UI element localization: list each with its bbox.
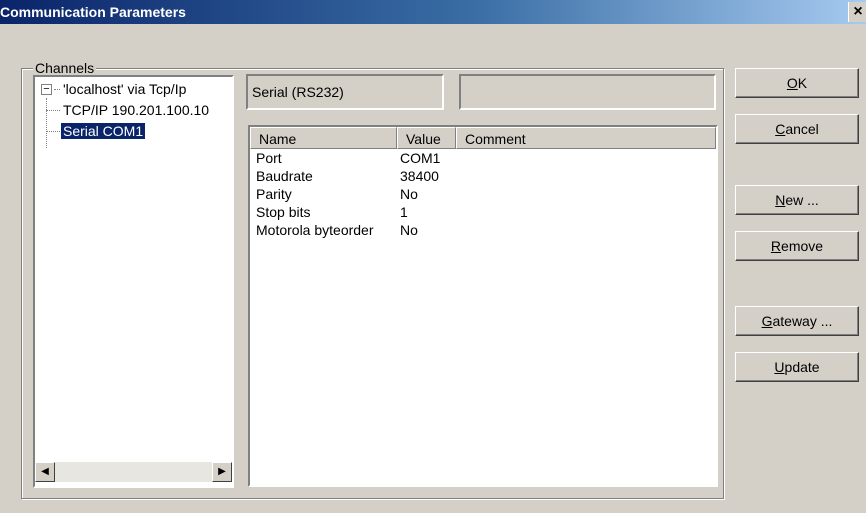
column-header-name[interactable]: Name: [250, 127, 397, 149]
gateway-label-rest: ateway ...: [772, 313, 833, 329]
scroll-left-icon[interactable]: ◀: [35, 462, 55, 482]
tree-connector: [46, 98, 47, 148]
tree-horizontal-scrollbar[interactable]: ◀ ▶: [35, 462, 232, 482]
update-button[interactable]: Update: [735, 352, 859, 382]
channel-name-value: Serial (RS232): [252, 84, 344, 100]
gateway-mnemonic: G: [761, 313, 773, 329]
channels-tree[interactable]: − 'localhost' via Tcp/Ip TCP/IP 190.201.…: [33, 75, 234, 488]
param-value[interactable]: No: [400, 221, 418, 239]
param-name[interactable]: Stop bits: [256, 203, 310, 221]
cancel-mnemonic: C: [775, 121, 786, 137]
tree-connector: [46, 131, 60, 132]
new-label-rest: ew ...: [785, 192, 819, 208]
tree-item-label: 'localhost' via Tcp/Ip: [63, 81, 187, 97]
tree-item-tcpip[interactable]: TCP/IP 190.201.100.10: [63, 100, 209, 120]
update-mnemonic: U: [774, 359, 785, 375]
param-name[interactable]: Parity: [256, 185, 292, 203]
param-value[interactable]: No: [400, 185, 418, 203]
tree-item-label: Serial COM1: [61, 123, 146, 139]
remove-mnemonic: R: [770, 238, 782, 254]
column-header-value[interactable]: Value: [397, 127, 456, 149]
gateway-button[interactable]: Gateway ...: [735, 306, 859, 336]
tree-connector: [46, 110, 60, 111]
remove-label-rest: emove: [781, 238, 824, 254]
new-mnemonic: N: [775, 192, 786, 208]
ok-button[interactable]: OK: [735, 68, 859, 98]
cancel-label-rest: ancel: [785, 121, 819, 137]
ok-label-rest: K: [797, 75, 808, 91]
tree-connector: [54, 89, 60, 90]
param-value[interactable]: COM1: [400, 149, 440, 167]
channel-name-field: Serial (RS232): [246, 74, 444, 110]
param-name[interactable]: Motorola byteorder: [256, 221, 374, 239]
new-button[interactable]: New ...: [735, 185, 859, 215]
channel-info-field: [459, 74, 716, 110]
remove-button[interactable]: Remove: [735, 231, 859, 261]
column-header-comment[interactable]: Comment: [456, 127, 716, 149]
channels-group-label: Channels: [33, 60, 97, 76]
collapse-icon[interactable]: −: [41, 84, 52, 95]
title-bar: Communication Parameters ×: [0, 0, 866, 24]
param-value[interactable]: 1: [400, 203, 408, 221]
tree-item-label: TCP/IP 190.201.100.10: [63, 102, 210, 118]
tree-item-serial-com1[interactable]: Serial COM1: [61, 121, 146, 141]
close-button[interactable]: ×: [848, 2, 866, 22]
tree-item-localhost[interactable]: 'localhost' via Tcp/Ip: [63, 79, 186, 99]
parameters-table[interactable]: Name Value Comment Port COM1 Baudrate 38…: [248, 125, 718, 487]
param-name[interactable]: Baudrate: [256, 167, 313, 185]
scroll-right-icon[interactable]: ▶: [212, 462, 232, 482]
ok-mnemonic: O: [786, 75, 798, 91]
window-title: Communication Parameters: [0, 4, 186, 20]
param-name[interactable]: Port: [256, 149, 282, 167]
cancel-button[interactable]: Cancel: [735, 114, 859, 144]
update-label-rest: pdate: [784, 359, 820, 375]
param-value[interactable]: 38400: [400, 167, 439, 185]
